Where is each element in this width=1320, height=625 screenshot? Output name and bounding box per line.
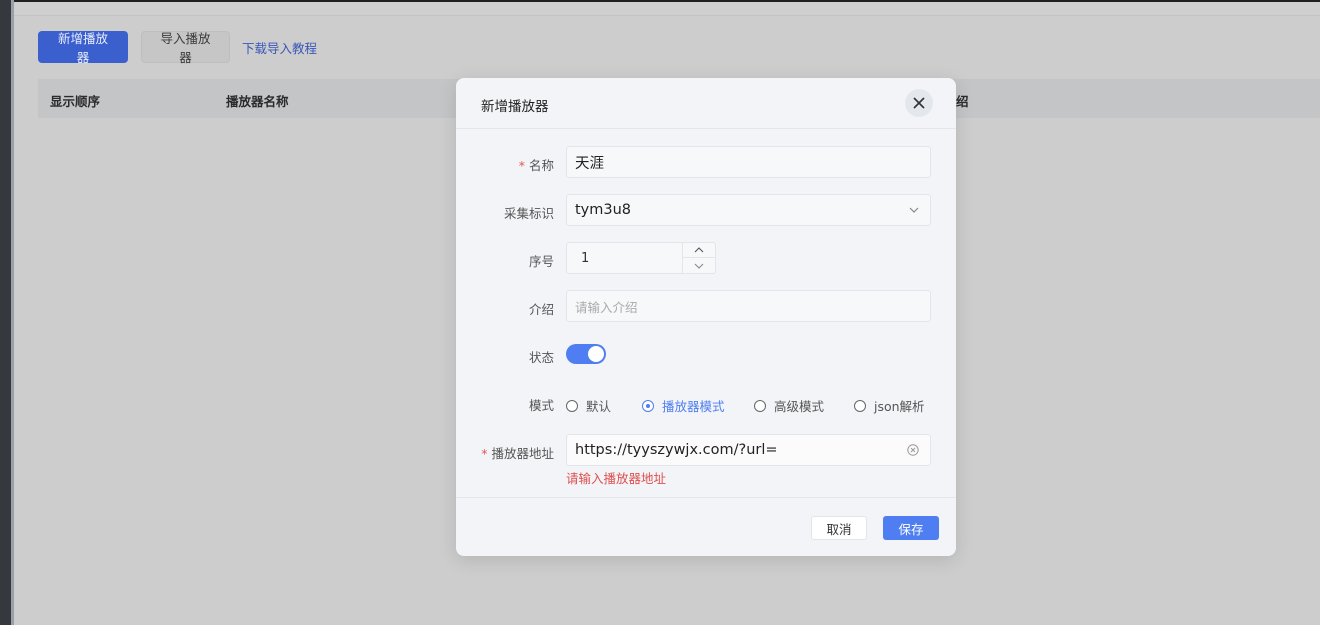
decrement-button[interactable] [683, 258, 715, 273]
dialog-footer: 取消 保存 [456, 497, 956, 556]
order-value: 1 [581, 251, 590, 266]
radio-icon [566, 399, 578, 412]
top-bar [14, 0, 1320, 16]
mode-radio-advanced[interactable]: 高级模式 [754, 396, 824, 415]
stepper-controls [682, 243, 715, 273]
collect-id-label: 采集标识 [503, 206, 554, 221]
name-label: * 名称 [518, 158, 554, 173]
column-header-order: 显示顺序 [50, 94, 101, 109]
chevron-down-icon [909, 207, 919, 213]
side-frame [0, 0, 14, 625]
name-input[interactable]: 天涯 [566, 146, 931, 178]
add-player-dialog: 新增播放器 * 名称 天涯 采集标识 tym3u8 序号 1 介绍 请输入介绍 状… [456, 78, 956, 556]
radio-icon [754, 399, 766, 412]
mode-radio-json[interactable]: json解析 [854, 396, 925, 415]
mode-radio-default[interactable]: 默认 [566, 396, 611, 415]
intro-input[interactable]: 请输入介绍 [566, 290, 931, 322]
order-stepper[interactable]: 1 [566, 242, 716, 274]
chevron-down-icon [694, 263, 704, 269]
switch-knob [588, 346, 604, 362]
close-icon [913, 97, 925, 109]
player-url-input[interactable]: https://tyyszywjx.com/?url= [566, 434, 931, 466]
dialog-title: 新增播放器 [481, 99, 549, 115]
collect-id-value: tym3u8 [575, 202, 632, 218]
save-button[interactable]: 保存 [883, 516, 939, 540]
import-player-button[interactable]: 导入播放器 [141, 31, 230, 65]
increment-button[interactable] [683, 243, 715, 258]
intro-label: 介绍 [528, 302, 554, 317]
url-label: * 播放器地址 [481, 446, 554, 461]
status-label: 状态 [528, 350, 554, 365]
column-header-intro: 绍 [956, 94, 969, 109]
order-label: 序号 [528, 254, 554, 269]
collect-id-select[interactable]: tym3u8 [566, 194, 931, 226]
mode-label: 模式 [528, 398, 554, 413]
player-url-value: https://tyyszywjx.com/?url= [575, 442, 778, 458]
close-button[interactable] [905, 89, 933, 117]
add-player-button[interactable]: 新增播放器 [38, 31, 128, 65]
chevron-up-icon [694, 247, 704, 253]
radio-icon [854, 399, 866, 412]
clear-icon[interactable] [907, 444, 919, 456]
dialog-header: 新增播放器 [456, 78, 956, 129]
mode-radio-player[interactable]: 播放器模式 [642, 396, 725, 415]
status-switch[interactable] [566, 344, 606, 364]
cancel-button[interactable]: 取消 [811, 516, 867, 540]
url-error-message: 请输入播放器地址 [566, 471, 667, 486]
radio-checked-icon [642, 399, 654, 412]
column-header-name: 播放器名称 [226, 94, 289, 109]
download-tutorial-link[interactable]: 下载导入教程 [242, 38, 317, 57]
